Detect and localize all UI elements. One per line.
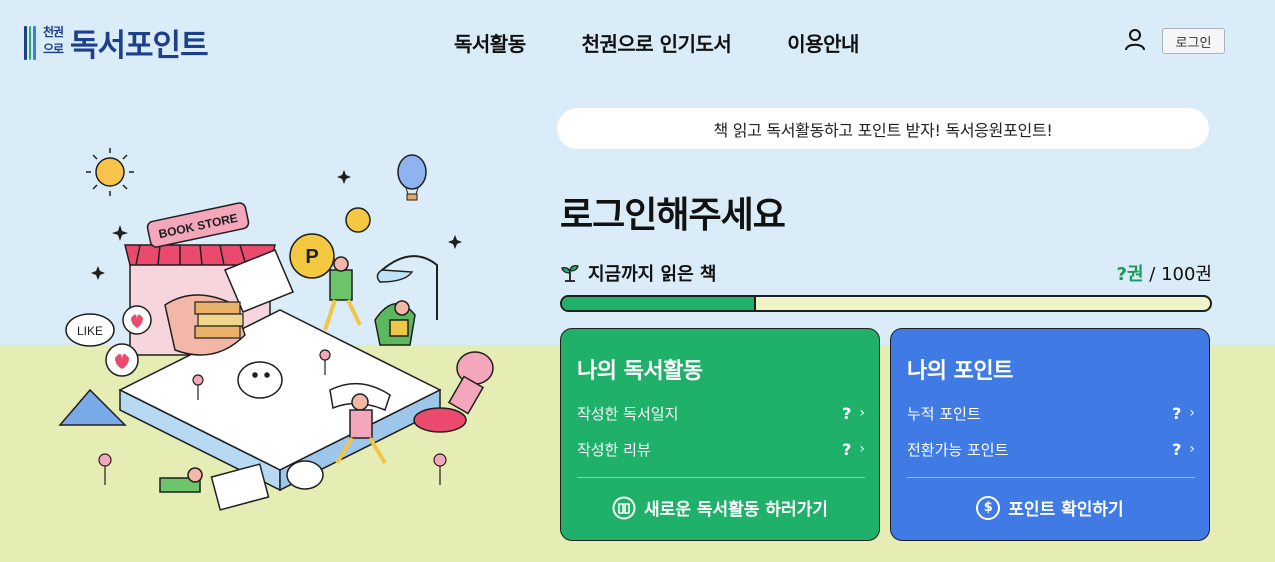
activity-row-journals[interactable]: 작성한 독서일지 ? › <box>577 402 865 424</box>
points-row-value: ? <box>1172 439 1182 459</box>
points-row-value: ? <box>1172 403 1182 423</box>
chevron-right-icon: › <box>859 405 865 421</box>
reading-progress-bar <box>560 295 1212 312</box>
header: 천권 으로 독서포인트 독서활동 천권으로 인기도서 이용안내 로그인 <box>0 0 1275 80</box>
points-row-label: 전환가능 포인트 <box>907 440 1009 459</box>
activity-row-label: 작성한 독서일지 <box>577 404 679 423</box>
logo-title: 독서포인트 <box>70 28 209 64</box>
points-card-title: 나의 포인트 <box>907 359 1013 384</box>
sun-icon <box>86 148 134 196</box>
divider <box>907 477 1195 478</box>
activity-row-label: 작성한 리뷰 <box>577 440 651 459</box>
promo-banner: 책 읽고 독서활동하고 포인트 받자! 독서응원포인트! <box>557 108 1209 149</box>
books-read-separator: / <box>1143 264 1162 285</box>
logo[interactable]: 천권 으로 독서포인트 <box>24 20 209 65</box>
like-bubble: LIKE <box>65 313 115 347</box>
point-coin-icon: P <box>289 207 371 279</box>
divider <box>577 477 865 478</box>
chevron-right-icon: › <box>1189 441 1195 457</box>
sprout-icon <box>561 265 579 282</box>
points-row-accumulated[interactable]: 누적 포인트 ? › <box>907 402 1195 424</box>
my-points-card: 나의 포인트 누적 포인트 ? › 전환가능 포인트 ? › $ 포인트 확인하… <box>890 328 1210 541</box>
activity-card-title: 나의 독서활동 <box>577 359 703 384</box>
new-reading-activity-button[interactable]: 새로운 독서활동 하러가기 <box>561 495 879 520</box>
nav-item-guide[interactable]: 이용안내 <box>787 28 859 57</box>
bookstore-illustration: BOOK STORE P LIKE <box>58 148 494 511</box>
new-reading-activity-label: 새로운 독서활동 하러가기 <box>644 500 828 520</box>
main-nav: 독서활동 천권으로 인기도서 이용안내 <box>454 28 859 57</box>
logo-badge-line2: 으로 <box>42 41 64 56</box>
logo-bars-icon <box>24 25 37 60</box>
chevron-right-icon: › <box>859 441 865 457</box>
check-points-label: 포인트 확인하기 <box>1008 500 1124 520</box>
my-reading-activity-card: 나의 독서활동 작성한 독서일지 ? › 작성한 리뷰 ? › 새로운 독서활동… <box>560 328 880 541</box>
books-read-label: 지금까지 읽은 책 <box>588 264 717 285</box>
book-circle-icon <box>612 496 636 519</box>
books-read-count: ?권 / 100권 <box>1117 260 1212 286</box>
hot-air-balloon-icon <box>397 154 427 201</box>
like-text: LIKE <box>77 324 103 338</box>
activity-row-value: ? <box>842 439 852 459</box>
user-icon[interactable] <box>1123 27 1147 51</box>
nav-item-popular-books[interactable]: 천권으로 인기도서 <box>582 28 732 57</box>
book-store-sign: BOOK STORE <box>146 202 250 248</box>
reading-progress-fill <box>562 297 757 310</box>
points-row-label: 누적 포인트 <box>907 404 981 423</box>
nav-item-reading-activity[interactable]: 독서활동 <box>454 28 526 57</box>
books-read-summary: 지금까지 읽은 책 ?권 / 100권 <box>560 260 1212 286</box>
activity-row-value: ? <box>842 403 852 423</box>
check-points-button[interactable]: $ 포인트 확인하기 <box>891 495 1209 520</box>
login-prompt-heading: 로그인해주세요 <box>560 195 786 236</box>
books-read-value: ?권 <box>1116 264 1144 285</box>
books-read-goal: 100권 <box>1161 264 1212 285</box>
coin-text: P <box>305 246 318 268</box>
logo-badge: 천권 으로 <box>24 24 68 62</box>
chevron-right-icon: › <box>1189 405 1195 421</box>
dollar-circle-icon: $ <box>976 495 1001 520</box>
activity-row-reviews[interactable]: 작성한 리뷰 ? › <box>577 438 865 460</box>
login-button[interactable]: 로그인 <box>1162 28 1225 54</box>
points-row-convertible[interactable]: 전환가능 포인트 ? › <box>907 438 1195 460</box>
logo-badge-line1: 천권 <box>42 24 64 39</box>
